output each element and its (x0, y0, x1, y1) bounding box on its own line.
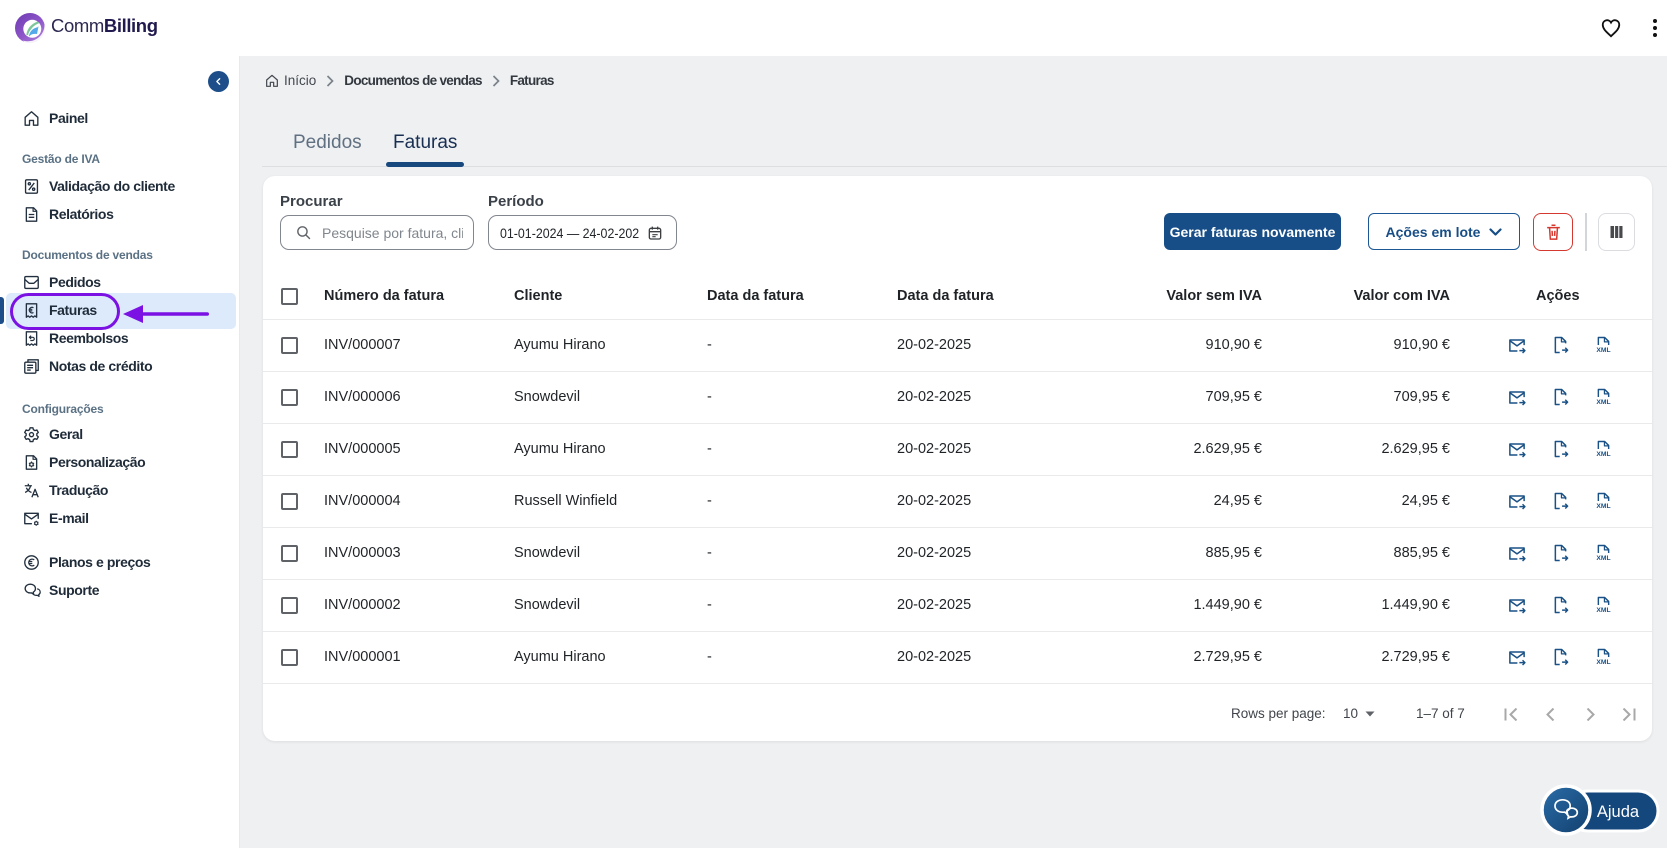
svg-text:XML: XML (1596, 503, 1610, 510)
svg-text:XML: XML (1596, 347, 1610, 354)
svg-text:XML: XML (1596, 555, 1610, 562)
svg-text:XML: XML (1596, 659, 1610, 666)
svg-text:XML: XML (1596, 607, 1610, 614)
svg-text:Ajuda: Ajuda (1597, 803, 1640, 821)
svg-text:XML: XML (1596, 451, 1610, 458)
svg-text:XML: XML (1596, 399, 1610, 406)
